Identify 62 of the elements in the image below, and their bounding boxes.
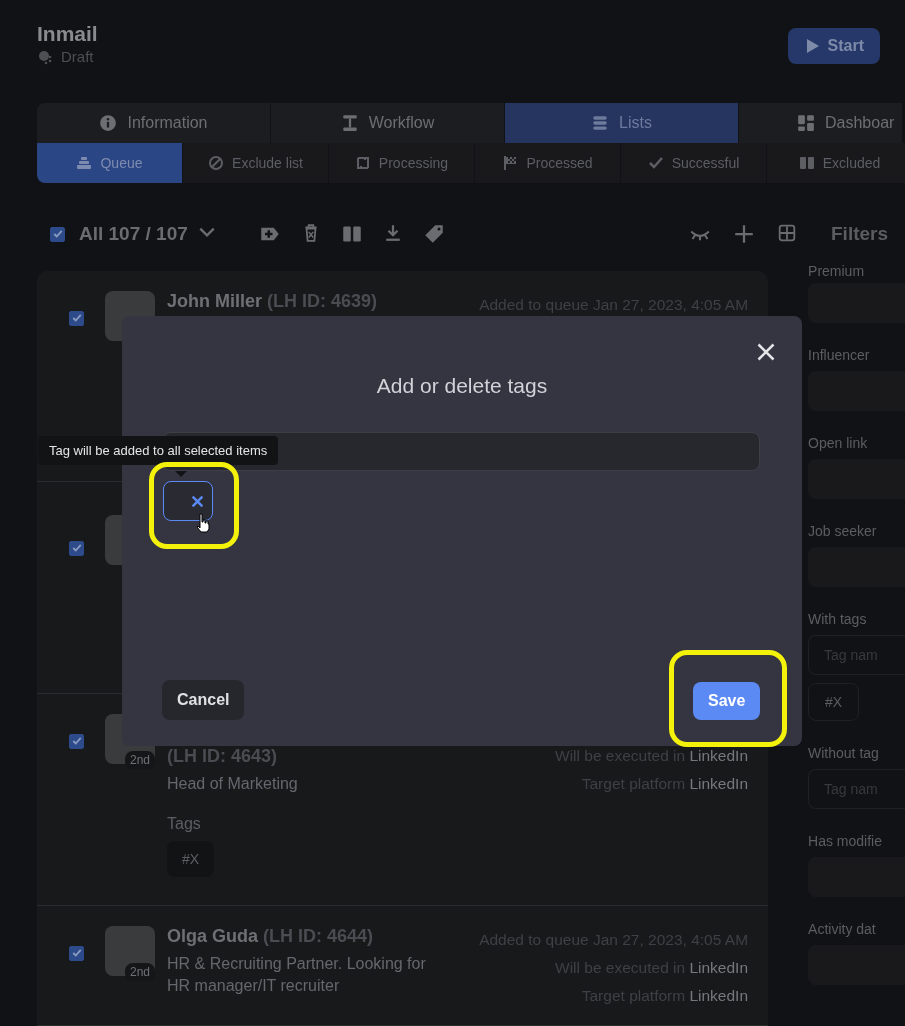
tab[interactable]: Lists	[505, 103, 739, 143]
remove-icon[interactable]	[191, 494, 204, 508]
cards-icon	[798, 155, 815, 171]
filter-label: Job seeker	[808, 523, 878, 539]
tags-label: Tags	[167, 815, 202, 833]
checkbox[interactable]	[50, 226, 65, 242]
status-icon	[37, 48, 53, 65]
filter-label: Premium	[808, 265, 866, 275]
status-text: Draft	[61, 48, 94, 65]
start-button[interactable]: Start	[787, 28, 880, 64]
subtab[interactable]: Processing	[329, 143, 475, 183]
tab[interactable]: Workflow	[271, 103, 505, 143]
subtab[interactable]: Successful	[621, 143, 767, 183]
selection-count[interactable]: All 107 / 107	[79, 223, 188, 245]
tag-chip[interactable]	[163, 481, 213, 521]
workflow-icon	[340, 114, 359, 132]
list-icon	[591, 114, 610, 132]
checkbox[interactable]	[69, 310, 84, 326]
campaign-title: Inmail	[37, 22, 98, 46]
hand-cursor-icon	[196, 513, 210, 533]
save-button[interactable]: Save	[693, 682, 761, 720]
check-icon	[647, 155, 664, 171]
download-icon[interactable]	[383, 224, 402, 242]
cards-icon[interactable]	[341, 224, 362, 244]
filter-label: Without tag	[808, 745, 880, 761]
filter-label: Open link	[808, 435, 869, 451]
degree-badge: 2nd	[125, 751, 156, 769]
checkbox[interactable]	[69, 945, 84, 961]
ban-icon	[208, 155, 225, 171]
tooltip-pointer	[175, 471, 187, 477]
subtab[interactable]: Exclude list	[183, 143, 329, 183]
tag-chip: #X	[167, 841, 215, 877]
tag-chip[interactable]: #X	[808, 683, 860, 721]
add-icon[interactable]	[734, 224, 754, 244]
dialog-title: Add or delete tags	[375, 374, 549, 398]
close-icon[interactable]	[756, 342, 776, 362]
checkbox[interactable]	[69, 733, 84, 749]
degree-badge: 2nd	[125, 963, 156, 981]
dashboard-icon	[797, 114, 815, 132]
cancel-button[interactable]: Cancel	[162, 680, 245, 720]
filters-title: Filters	[831, 223, 890, 245]
subtab[interactable]: Excluded	[767, 143, 905, 183]
info-icon	[99, 114, 118, 132]
grid-icon[interactable]	[778, 224, 796, 242]
tab[interactable]: Dashboar	[739, 103, 903, 143]
filter-label: Has modifie	[808, 833, 883, 849]
subtab[interactable]: Processed	[475, 143, 621, 183]
contact-headline: Head of Marketing	[167, 774, 299, 794]
contact-headline: HR & Recruiting Partner. Looking for HR manager/IT recruiter	[167, 954, 427, 996]
filter-label: Activity dat	[808, 921, 877, 937]
filter-label: Influencer	[808, 347, 871, 363]
flag-icon	[502, 155, 519, 171]
contact-name[interactable]: John Miller	[167, 291, 262, 312]
tag-icon[interactable]	[423, 224, 444, 244]
contact-name[interactable]: Olga Guda	[167, 926, 258, 947]
photo-placeholder	[105, 926, 155, 976]
tooltip: Tag will be added to all selected items	[38, 436, 279, 465]
checkbox[interactable]	[69, 540, 84, 556]
queue-icon	[76, 155, 93, 171]
tab[interactable]: Information	[37, 103, 271, 143]
filter-label: With tags	[808, 611, 868, 627]
subtab[interactable]: Queue	[37, 143, 183, 183]
